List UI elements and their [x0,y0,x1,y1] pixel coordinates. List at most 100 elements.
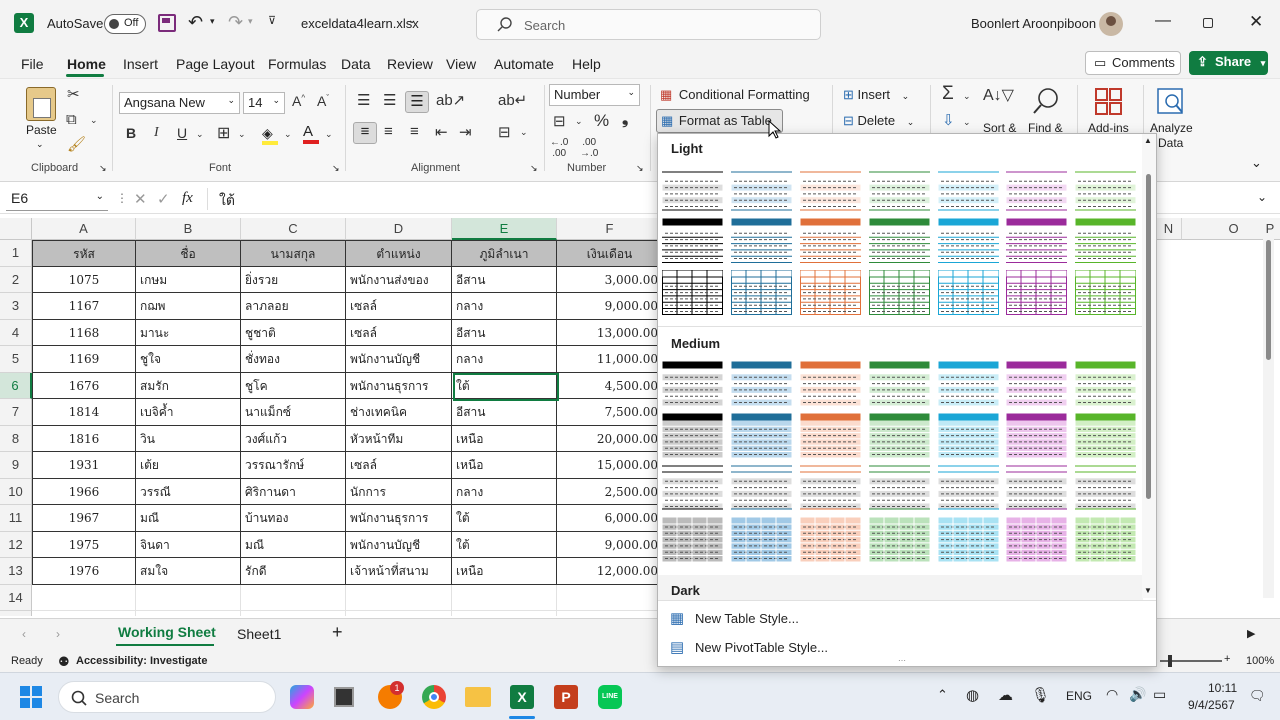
volume-icon[interactable]: 🔊 [1129,686,1146,703]
table-cell[interactable]: 7,500.00 [557,399,660,426]
zoom-slider-thumb[interactable] [1168,655,1172,667]
align-right-icon[interactable]: ≡ [410,123,419,140]
column-header[interactable]: P [1260,218,1280,240]
zoom-in-icon[interactable]: + [1224,653,1230,665]
notifications-icon[interactable]: 🗨 [1249,688,1266,704]
windows-start-icon[interactable] [20,686,42,708]
delete-cells-button[interactable]: ⊟ Delete ⌄ [843,113,918,133]
collapse-ribbon-icon[interactable]: ⌄ [1251,155,1262,171]
table-cell[interactable]: ใต้ [452,505,557,532]
analyze-data-icon[interactable] [1156,87,1186,117]
table-cell[interactable]: กลาง [452,293,557,320]
italic-button[interactable]: I [154,125,159,141]
table-cell[interactable]: พนักงานบัญชี [346,531,452,558]
table-cell[interactable]: มณี [136,505,241,532]
row-header-2[interactable]: 2 [0,266,32,293]
row-header-4[interactable]: 4 [0,319,32,346]
header-cell[interactable]: นามสกุล [241,240,346,267]
redo-icon[interactable]: ↷ [228,12,243,33]
table-cell[interactable]: 2,500.00 [557,479,660,505]
align-middle-icon[interactable]: ☰ [383,91,396,109]
number-launcher-icon[interactable]: ↘ [636,163,644,174]
table-cell[interactable]: ชั่งทอง [241,346,346,373]
table-cell[interactable]: เซลล์ [346,452,452,479]
format-painter-icon[interactable]: 🖌 [67,135,86,153]
table-cell[interactable]: นักการ [346,478,452,505]
table-style-swatch[interactable] [662,361,723,406]
clock-time[interactable]: 10:11 [1208,681,1237,695]
filename-chevron-icon[interactable]: ⌄ [408,15,416,26]
column-header-e[interactable]: E [452,218,557,240]
table-cell[interactable]: ช่างเทคนิค [346,399,452,426]
row-header-3[interactable]: 3 [0,293,32,320]
table-cell[interactable]: กลาง [452,346,557,373]
empty-cell[interactable] [136,584,241,611]
table-style-swatch[interactable] [1075,361,1136,406]
column-header[interactable]: N [1156,218,1182,240]
accessibility-status[interactable]: Accessibility: Investigate [76,655,207,667]
table-cell[interactable]: เบจิค้ำ [136,399,241,426]
table-cell[interactable]: หัวหน้าทีม [346,425,452,452]
undo-icon[interactable]: ↶ [188,12,203,33]
sort-filter-icon[interactable]: A↓▽ [983,85,1014,105]
table-style-swatch[interactable] [800,413,861,458]
language-indicator[interactable]: ENG [1066,689,1092,703]
table-cell[interactable]: 20,000.00 [557,426,660,452]
table-cell[interactable]: 1931 [32,452,136,479]
table-style-swatch[interactable] [1006,361,1067,406]
table-style-swatch[interactable] [1075,413,1136,458]
tab-formulas[interactable]: Formulas [268,56,326,72]
sheet-tab-sheet1[interactable]: Sheet1 [237,626,281,642]
bold-button[interactable]: B [126,125,136,141]
table-style-swatch[interactable] [869,218,930,263]
header-cell[interactable]: ชื่อ [136,240,241,267]
table-cell[interactable]: ยิ่งรวย [241,266,346,293]
table-style-swatch[interactable] [938,413,999,458]
table-cell[interactable]: 4,500.00 [557,373,660,399]
table-cell[interactable]: 1075 [32,266,136,293]
analyze-label-2[interactable]: Data [1158,136,1183,150]
tray-app-icon[interactable]: ◍ [966,686,979,704]
table-style-swatch[interactable] [800,218,861,263]
find-select-icon[interactable] [1032,87,1060,115]
table-style-swatch[interactable] [731,465,792,510]
table-cell[interactable]: จินดา [136,531,241,558]
row-header-15[interactable]: 15 [0,611,32,616]
prev-sheet-icon[interactable]: ‹ [22,627,26,641]
table-style-swatch[interactable] [731,517,792,562]
battery-icon[interactable]: ▭ [1153,686,1166,703]
table-style-swatch[interactable] [662,270,723,315]
table-style-swatch[interactable] [1006,517,1067,562]
alignment-launcher-icon[interactable]: ↘ [530,163,538,174]
table-style-swatch[interactable] [662,517,723,562]
borders-icon[interactable]: ⊞ [217,123,230,143]
copilot-icon[interactable] [290,685,314,709]
table-cell[interactable]: 6,000.00 [557,505,660,532]
empty-cell[interactable] [346,584,452,611]
table-cell[interactable]: บ้านทอง [241,505,346,532]
table-style-swatch[interactable] [1075,218,1136,263]
table-style-swatch[interactable] [662,218,723,263]
tab-view[interactable]: View [446,56,476,72]
table-style-swatch[interactable] [938,517,999,562]
table-style-swatch[interactable] [938,465,999,510]
row-header-12[interactable]: 12 [0,531,32,558]
table-style-swatch[interactable] [938,218,999,263]
row-header-1[interactable]: 1 [0,240,32,267]
table-style-swatch[interactable] [800,166,861,211]
fill-dropdown-icon[interactable]: ⌄ [284,129,292,140]
table-cell[interactable]: ลาภลอย [241,293,346,320]
search-box[interactable]: Search [476,9,821,40]
add-ins-icon[interactable] [1094,87,1124,117]
table-cell[interactable]: พนักงานส่งของ [346,266,452,293]
table-cell[interactable]: เจ้าหน้าที่สนาม [346,558,452,585]
empty-cell[interactable] [557,611,660,616]
column-header-a[interactable]: A [32,218,136,240]
tab-review[interactable]: Review [387,56,433,72]
table-cell[interactable]: มณี [241,531,346,558]
comments-button[interactable]: ▭ Comments [1085,51,1181,75]
decrease-decimal-icon[interactable]: .00 →.0 [580,137,598,159]
table-cell[interactable]: พนักงานธุรการ [346,372,452,399]
autosum-icon[interactable]: Σ [942,83,954,105]
table-style-swatch[interactable] [1006,413,1067,458]
